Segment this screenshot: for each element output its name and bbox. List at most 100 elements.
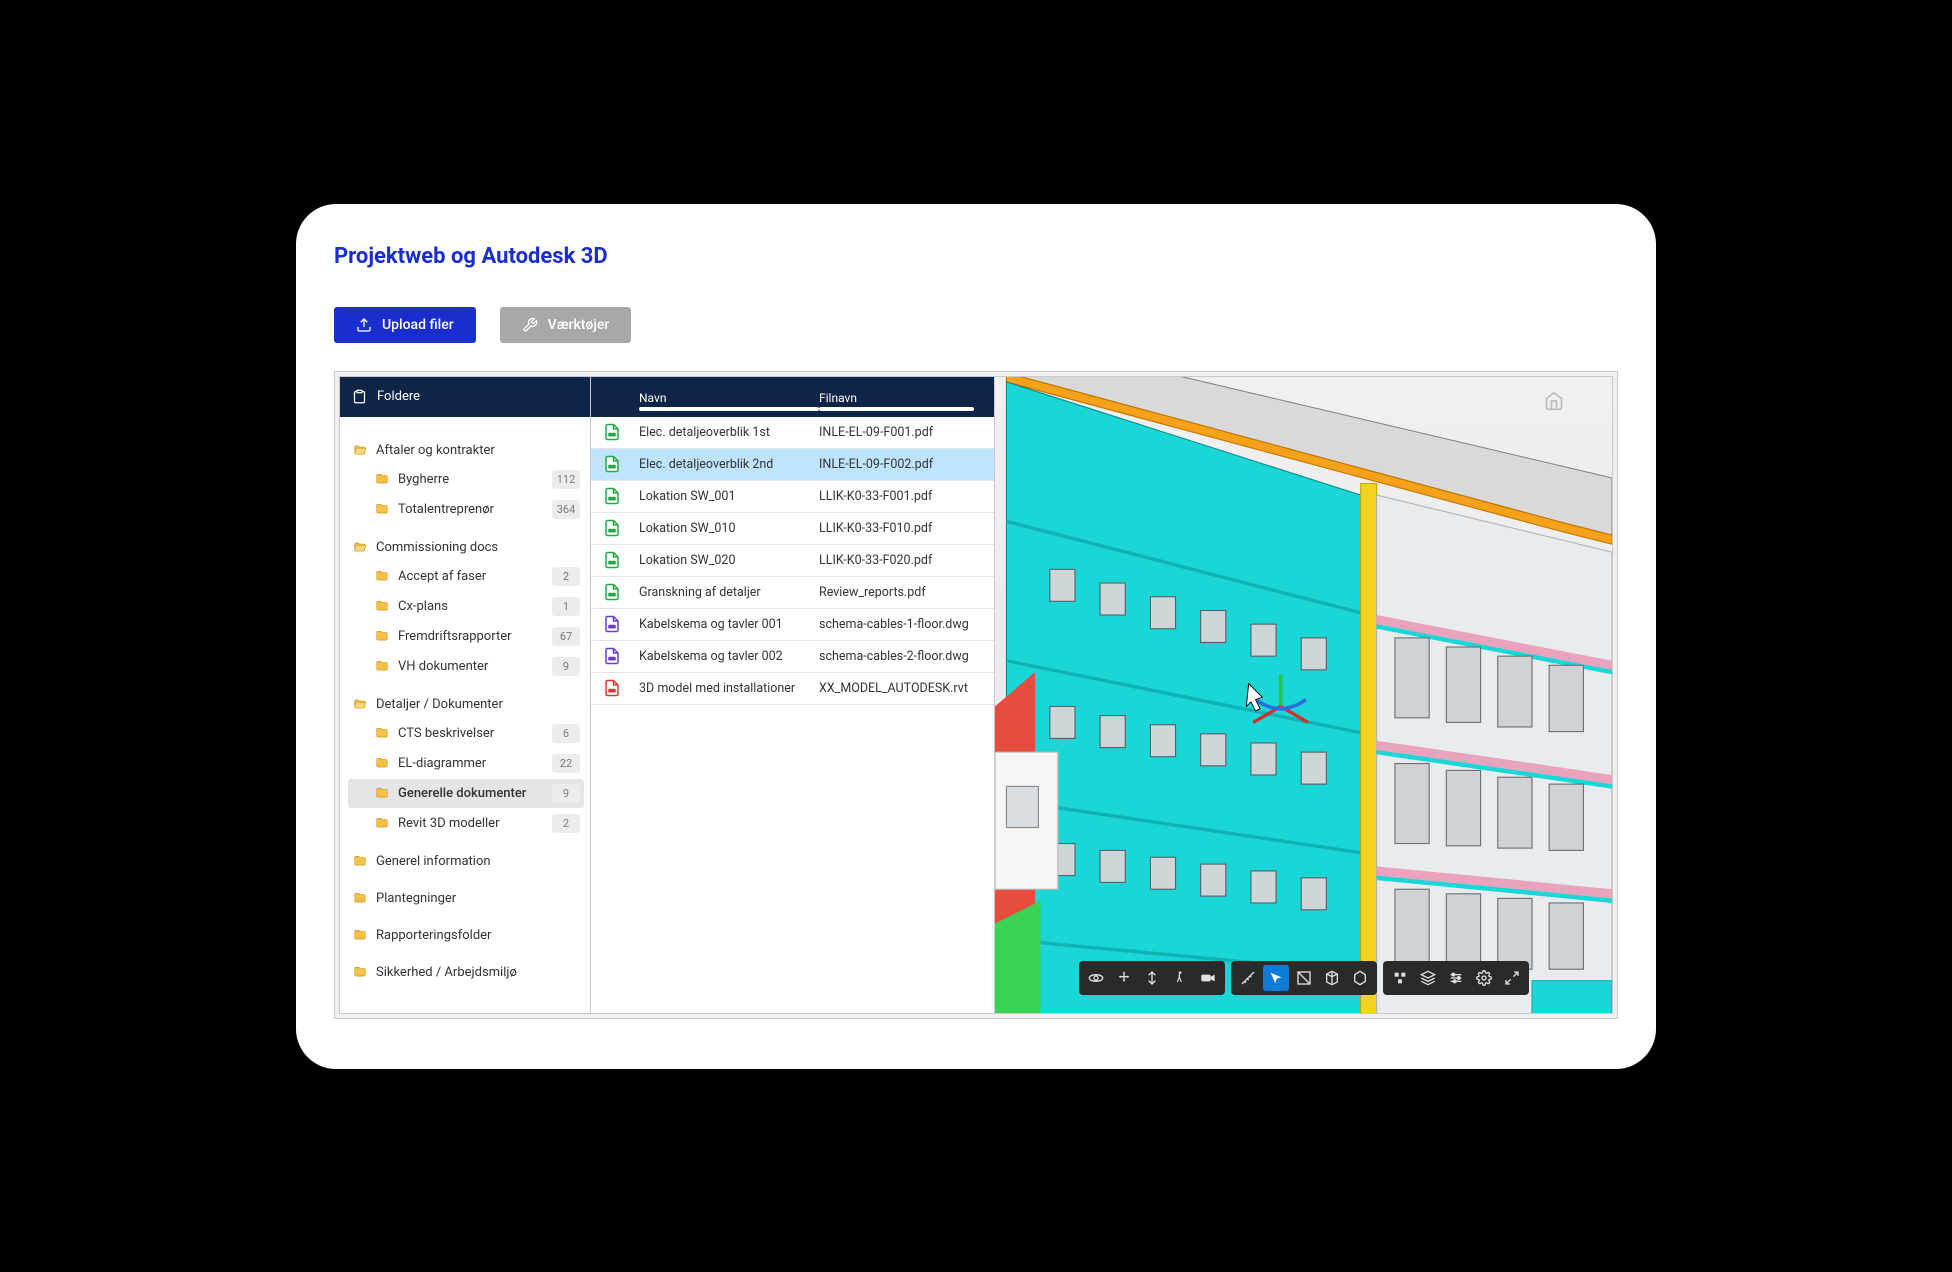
viewer-settings-list-button[interactable] xyxy=(1443,965,1469,991)
viewer-tool-group-select xyxy=(1231,961,1377,995)
file-filename: INLE-EL-09-F001.pdf xyxy=(819,425,982,440)
file-filename: LLIK-K0-33-F010.pdf xyxy=(819,521,982,536)
upload-label: Upload filer xyxy=(382,317,454,333)
file-row[interactable]: Elec. detaljeoverblik 2ndINLE-EL-09-F002… xyxy=(591,449,994,481)
viewer-measure-button[interactable] xyxy=(1235,965,1261,991)
count-badge: 1 xyxy=(552,597,580,616)
file-icon xyxy=(601,518,623,538)
subfolder-totalentrepren-r[interactable]: Totalentreprenør364 xyxy=(348,495,584,524)
viewer-zoom-button[interactable] xyxy=(1139,965,1165,991)
file-filename: LLIK-K0-33-F001.pdf xyxy=(819,489,982,504)
subfolder-bygherre[interactable]: Bygherre112 xyxy=(348,465,584,494)
main-panel: Foldere Aftaler og kontrakterBygherre112… xyxy=(334,371,1618,1019)
folder-detaljer-dokumenter[interactable]: Detaljer / Dokumenter xyxy=(348,691,584,718)
file-row[interactable]: Kabelskema og tavler 001schema-cables-1-… xyxy=(591,609,994,641)
file-filename: Review_reports.pdf xyxy=(819,585,982,600)
tools-button[interactable]: Værktøjer xyxy=(500,307,632,343)
file-row[interactable]: Kabelskema og tavler 002schema-cables-2-… xyxy=(591,641,994,673)
viewer-select-button[interactable] xyxy=(1263,965,1289,991)
folder-icon xyxy=(352,891,368,905)
folder-icon xyxy=(374,569,390,583)
folder-icon xyxy=(352,697,368,711)
home-icon[interactable] xyxy=(1544,391,1564,411)
upload-icon xyxy=(356,317,372,333)
viewer-settings-gear-button[interactable] xyxy=(1471,965,1497,991)
subfolder-cx-plans[interactable]: Cx-plans1 xyxy=(348,592,584,621)
zoom-icon xyxy=(1144,970,1160,986)
folder-icon xyxy=(374,756,390,770)
file-row[interactable]: 3D model med installationerXX_MODEL_AUTO… xyxy=(591,673,994,705)
folder-icon xyxy=(374,726,390,740)
subfolder-cts-beskrivelser[interactable]: CTS beskrivelser6 xyxy=(348,719,584,748)
folder-icon xyxy=(374,599,390,613)
viewer-layers-button[interactable] xyxy=(1415,965,1441,991)
viewer-fullscreen-button[interactable] xyxy=(1499,965,1525,991)
viewer-section-button[interactable] xyxy=(1291,965,1317,991)
walk-icon xyxy=(1172,970,1188,986)
folder-tree[interactable]: Aftaler og kontrakterBygherre112Totalent… xyxy=(340,417,590,1013)
viewer-camera-button[interactable] xyxy=(1195,965,1221,991)
select-icon xyxy=(1268,970,1284,986)
count-badge: 67 xyxy=(552,627,580,646)
folder-icon xyxy=(374,816,390,830)
file-row[interactable]: Elec. detaljeoverblik 1stINLE-EL-09-F001… xyxy=(591,417,994,449)
folder-rapporteringsfolder[interactable]: Rapporteringsfolder xyxy=(348,922,584,949)
settings-list-icon xyxy=(1448,970,1464,986)
folder-icon xyxy=(352,928,368,942)
fullscreen-icon xyxy=(1504,970,1520,986)
file-row[interactable]: Lokation SW_020LLIK-K0-33-F020.pdf xyxy=(591,545,994,577)
viewer-properties-button[interactable] xyxy=(1347,965,1373,991)
measure-icon xyxy=(1240,970,1256,986)
count-badge: 112 xyxy=(552,470,580,489)
file-name: 3D model med installationer xyxy=(639,681,819,696)
folder-panel-header: Foldere xyxy=(340,377,590,417)
page-title: Projektweb og Autodesk 3D xyxy=(334,244,1618,269)
folder-generel-information[interactable]: Generel information xyxy=(348,848,584,875)
folder-aftaler-og-kontrakter[interactable]: Aftaler og kontrakter xyxy=(348,437,584,464)
count-badge: 2 xyxy=(552,567,580,586)
folder-panel-title: Foldere xyxy=(377,389,420,404)
upload-button[interactable]: Upload filer xyxy=(334,307,476,343)
viewer-panel[interactable] xyxy=(995,376,1613,1014)
viewer-pan-button[interactable] xyxy=(1111,965,1137,991)
folder-commissioning-docs[interactable]: Commissioning docs xyxy=(348,534,584,561)
file-name: Lokation SW_010 xyxy=(639,521,819,536)
count-badge: 9 xyxy=(552,657,580,676)
viewer-walk-button[interactable] xyxy=(1167,965,1193,991)
file-row[interactable]: Lokation SW_001LLIK-K0-33-F001.pdf xyxy=(591,481,994,513)
folder-icon xyxy=(374,786,390,800)
orbit-icon xyxy=(1088,970,1104,986)
file-name: Elec. detaljeoverblik 2nd xyxy=(639,457,819,472)
file-name: Granskning af detaljer xyxy=(639,585,819,600)
file-filename: LLIK-K0-33-F020.pdf xyxy=(819,553,982,568)
folder-icon xyxy=(352,965,368,979)
file-filename: schema-cables-1-floor.dwg xyxy=(819,617,982,632)
file-list-header: Navn Filnavn xyxy=(591,377,994,417)
col-header-navn[interactable]: Navn xyxy=(639,391,819,405)
folder-plantegninger[interactable]: Plantegninger xyxy=(348,885,584,912)
col-header-filnavn[interactable]: Filnavn xyxy=(819,391,974,405)
viewer-model-browser-button[interactable] xyxy=(1319,965,1345,991)
file-row[interactable]: Lokation SW_010LLIK-K0-33-F010.pdf xyxy=(591,513,994,545)
viewer-tool-group-view xyxy=(1383,961,1529,995)
section-icon xyxy=(1296,970,1312,986)
viewer-scene[interactable] xyxy=(995,377,1612,1013)
count-badge: 2 xyxy=(552,814,580,833)
camera-icon xyxy=(1200,970,1216,986)
file-list[interactable]: Elec. detaljeoverblik 1stINLE-EL-09-F001… xyxy=(591,417,994,1013)
subfolder-fremdriftsrapporter[interactable]: Fremdriftsrapporter67 xyxy=(348,622,584,651)
file-icon xyxy=(601,614,623,634)
layers-icon xyxy=(1420,970,1436,986)
viewer-orbit-button[interactable] xyxy=(1083,965,1109,991)
subfolder-accept-af-faser[interactable]: Accept af faser2 xyxy=(348,562,584,591)
subfolder-el-diagrammer[interactable]: EL-diagrammer22 xyxy=(348,749,584,778)
file-row[interactable]: Granskning af detaljerReview_reports.pdf xyxy=(591,577,994,609)
subfolder-generelle-dokumenter[interactable]: Generelle dokumenter9 xyxy=(348,779,584,808)
viewer-toolbar xyxy=(1079,961,1529,995)
explode-icon xyxy=(1392,970,1408,986)
subfolder-revit-3d-modeller[interactable]: Revit 3D modeller2 xyxy=(348,809,584,838)
viewer-explode-button[interactable] xyxy=(1387,965,1413,991)
folder-sikkerhed-arbejdsmilj-[interactable]: Sikkerhed / Arbejdsmiljø xyxy=(348,959,584,986)
subfolder-vh-dokumenter[interactable]: VH dokumenter9 xyxy=(348,652,584,681)
file-filename: schema-cables-2-floor.dwg xyxy=(819,649,982,664)
